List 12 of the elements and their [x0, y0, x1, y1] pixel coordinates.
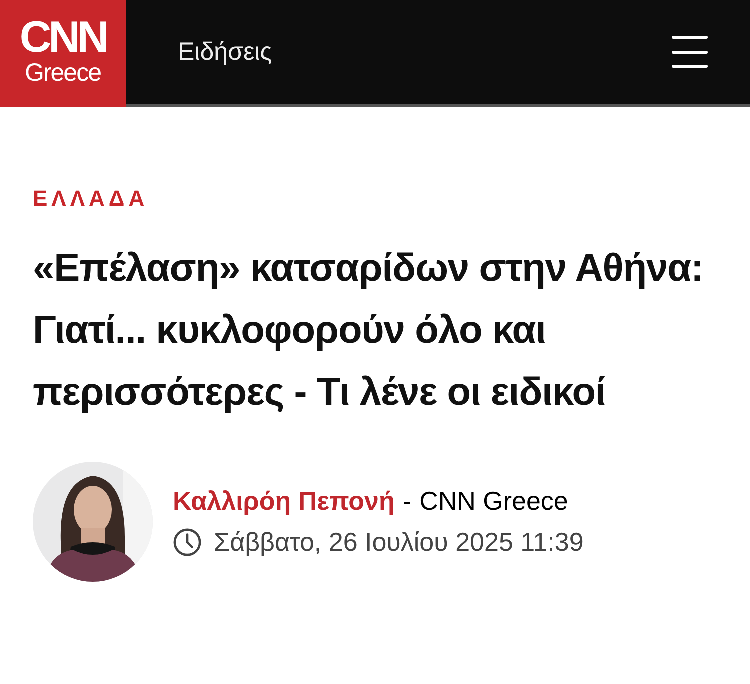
author-name[interactable]: Καλλιρόη Πεπονή — [173, 486, 395, 517]
logo-edition: Greece — [25, 60, 101, 86]
logo-wordmark: CNN — [20, 16, 106, 60]
menu-icon[interactable] — [672, 36, 708, 68]
outlet-name: CNN Greece — [420, 486, 568, 517]
section-title: Ειδήσεις — [178, 38, 274, 66]
clock-icon — [173, 528, 202, 557]
byline-separator: - — [402, 486, 412, 517]
site-logo[interactable]: CNN Greece — [0, 0, 126, 107]
category-label[interactable]: ΕΛΛΑΔΑ — [33, 186, 149, 212]
article-headline: «Επέλαση» κατσαρίδων στην Αθήνα: Γιατί... κυκλοφορούν όλο και περισσότερες - Τι λένε οι ειδικοί — [33, 246, 704, 416]
publish-date: Σάββατο, 26 Ιουλίου 2025 11:39 — [214, 527, 584, 558]
